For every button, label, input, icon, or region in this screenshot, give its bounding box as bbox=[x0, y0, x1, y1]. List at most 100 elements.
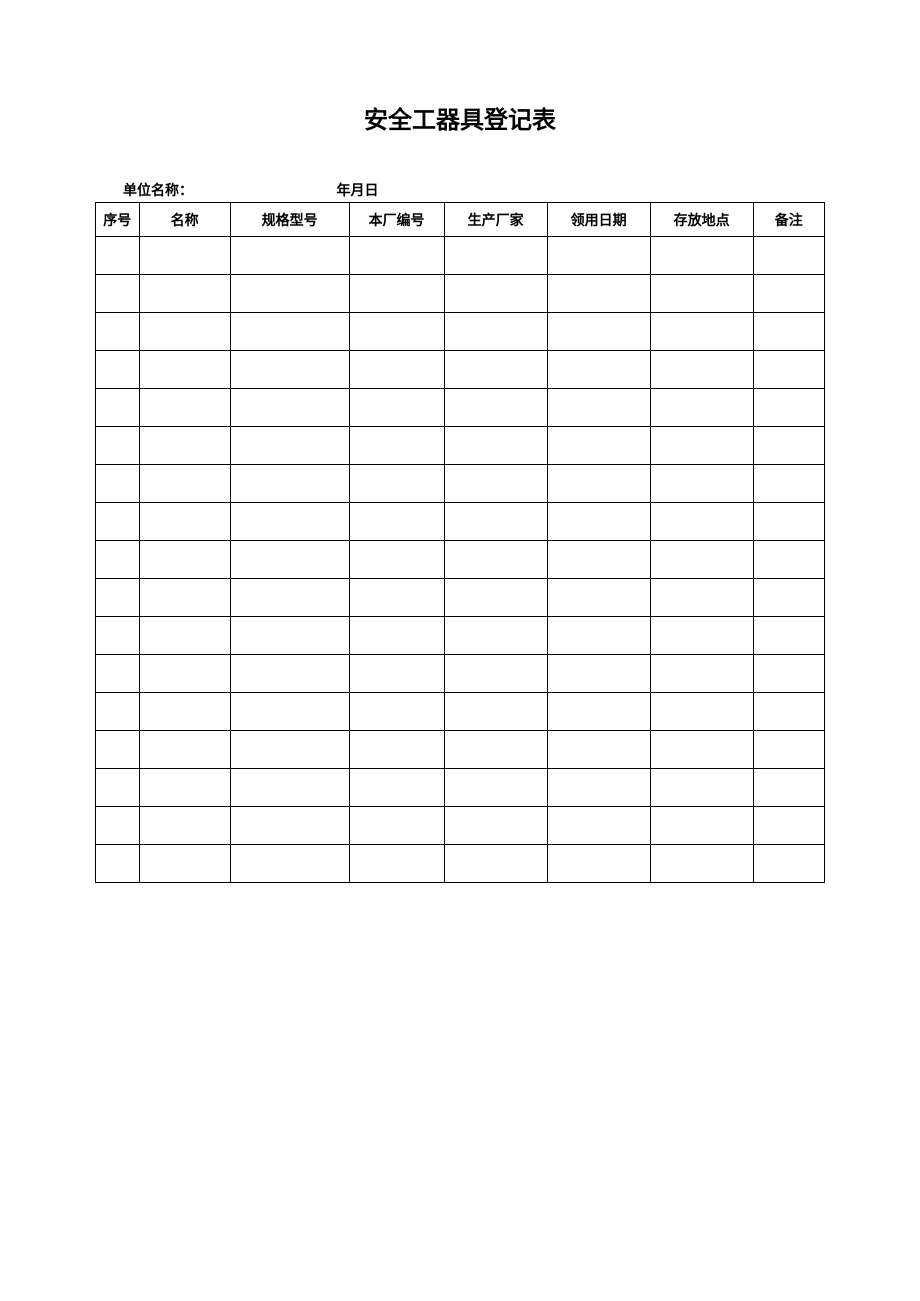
table-row bbox=[96, 275, 825, 313]
cell-mfr bbox=[444, 351, 547, 389]
cell-loc bbox=[650, 845, 753, 883]
cell-name bbox=[139, 731, 230, 769]
cell-date bbox=[547, 731, 650, 769]
cell-note bbox=[753, 465, 824, 503]
cell-mfr bbox=[444, 237, 547, 275]
cell-seq bbox=[96, 541, 140, 579]
table-row bbox=[96, 769, 825, 807]
table-row bbox=[96, 427, 825, 465]
table-row bbox=[96, 617, 825, 655]
cell-fac_no bbox=[349, 655, 444, 693]
cell-name bbox=[139, 237, 230, 275]
cell-fac_no bbox=[349, 389, 444, 427]
cell-note bbox=[753, 541, 824, 579]
cell-seq bbox=[96, 237, 140, 275]
table-body bbox=[96, 237, 825, 883]
date-label: 年月日 bbox=[337, 180, 379, 200]
cell-fac_no bbox=[349, 427, 444, 465]
cell-name bbox=[139, 313, 230, 351]
cell-mfr bbox=[444, 617, 547, 655]
cell-name bbox=[139, 541, 230, 579]
cell-note bbox=[753, 579, 824, 617]
cell-date bbox=[547, 541, 650, 579]
cell-note bbox=[753, 845, 824, 883]
cell-name bbox=[139, 693, 230, 731]
cell-date bbox=[547, 693, 650, 731]
col-model: 规格型号 bbox=[230, 203, 349, 237]
cell-loc bbox=[650, 769, 753, 807]
cell-date bbox=[547, 655, 650, 693]
cell-model bbox=[230, 313, 349, 351]
cell-note bbox=[753, 807, 824, 845]
cell-note bbox=[753, 275, 824, 313]
cell-model bbox=[230, 693, 349, 731]
cell-seq bbox=[96, 655, 140, 693]
cell-seq bbox=[96, 617, 140, 655]
table-row bbox=[96, 541, 825, 579]
cell-fac_no bbox=[349, 503, 444, 541]
cell-loc bbox=[650, 427, 753, 465]
cell-model bbox=[230, 655, 349, 693]
cell-loc bbox=[650, 655, 753, 693]
cell-fac_no bbox=[349, 351, 444, 389]
cell-date bbox=[547, 807, 650, 845]
cell-mfr bbox=[444, 275, 547, 313]
cell-model bbox=[230, 503, 349, 541]
cell-loc bbox=[650, 617, 753, 655]
cell-fac_no bbox=[349, 579, 444, 617]
cell-note bbox=[753, 237, 824, 275]
cell-seq bbox=[96, 351, 140, 389]
table-row bbox=[96, 351, 825, 389]
cell-fac_no bbox=[349, 731, 444, 769]
col-seq: 序号 bbox=[96, 203, 140, 237]
table-row bbox=[96, 313, 825, 351]
cell-fac_no bbox=[349, 237, 444, 275]
cell-model bbox=[230, 237, 349, 275]
table-row bbox=[96, 503, 825, 541]
cell-note bbox=[753, 351, 824, 389]
cell-mfr bbox=[444, 845, 547, 883]
cell-note bbox=[753, 693, 824, 731]
cell-fac_no bbox=[349, 465, 444, 503]
cell-date bbox=[547, 845, 650, 883]
table-row bbox=[96, 465, 825, 503]
cell-name bbox=[139, 275, 230, 313]
cell-note bbox=[753, 389, 824, 427]
col-name: 名称 bbox=[139, 203, 230, 237]
cell-seq bbox=[96, 465, 140, 503]
table-row bbox=[96, 693, 825, 731]
col-date: 领用日期 bbox=[547, 203, 650, 237]
cell-date bbox=[547, 465, 650, 503]
register-table: 序号 名称 规格型号 本厂编号 生产厂家 领用日期 存放地点 备注 bbox=[95, 202, 825, 883]
cell-fac_no bbox=[349, 617, 444, 655]
col-facno: 本厂编号 bbox=[349, 203, 444, 237]
cell-model bbox=[230, 579, 349, 617]
cell-date bbox=[547, 579, 650, 617]
cell-name bbox=[139, 617, 230, 655]
cell-name bbox=[139, 807, 230, 845]
cell-mfr bbox=[444, 693, 547, 731]
cell-model bbox=[230, 465, 349, 503]
cell-seq bbox=[96, 389, 140, 427]
cell-loc bbox=[650, 693, 753, 731]
cell-note bbox=[753, 769, 824, 807]
cell-note bbox=[753, 503, 824, 541]
cell-name bbox=[139, 769, 230, 807]
cell-seq bbox=[96, 769, 140, 807]
col-note: 备注 bbox=[753, 203, 824, 237]
cell-fac_no bbox=[349, 541, 444, 579]
cell-name bbox=[139, 579, 230, 617]
table-row bbox=[96, 731, 825, 769]
cell-note bbox=[753, 313, 824, 351]
cell-note bbox=[753, 427, 824, 465]
cell-model bbox=[230, 807, 349, 845]
cell-name bbox=[139, 465, 230, 503]
cell-date bbox=[547, 389, 650, 427]
cell-date bbox=[547, 351, 650, 389]
cell-seq bbox=[96, 275, 140, 313]
cell-fac_no bbox=[349, 807, 444, 845]
cell-name bbox=[139, 845, 230, 883]
cell-seq bbox=[96, 731, 140, 769]
cell-seq bbox=[96, 313, 140, 351]
cell-seq bbox=[96, 693, 140, 731]
